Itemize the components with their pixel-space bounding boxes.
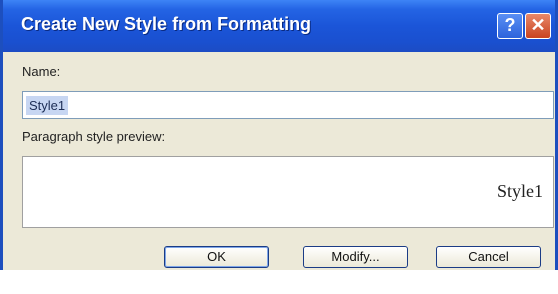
title-bar[interactable]: Create New Style from Formatting ? ✕ — [3, 0, 555, 52]
preview-text: Style1 — [496, 181, 543, 201]
dialog-title: Create New Style from Formatting — [21, 14, 312, 34]
help-icon[interactable]: ? — [497, 13, 523, 39]
ok-button[interactable]: OK — [164, 246, 269, 268]
name-input[interactable]: Style1 — [22, 91, 554, 119]
style-preview-box: Style1 — [22, 156, 554, 228]
modify-button[interactable]: Modify... — [303, 246, 408, 268]
cancel-button[interactable]: Cancel — [436, 246, 541, 268]
create-style-dialog: Create New Style from Formatting ? ✕ Nam… — [0, 0, 558, 270]
close-icon[interactable]: ✕ — [525, 13, 551, 39]
name-label: Name: — [22, 64, 61, 79]
name-value: Style1 — [26, 96, 69, 115]
preview-label: Paragraph style preview: — [22, 129, 166, 144]
